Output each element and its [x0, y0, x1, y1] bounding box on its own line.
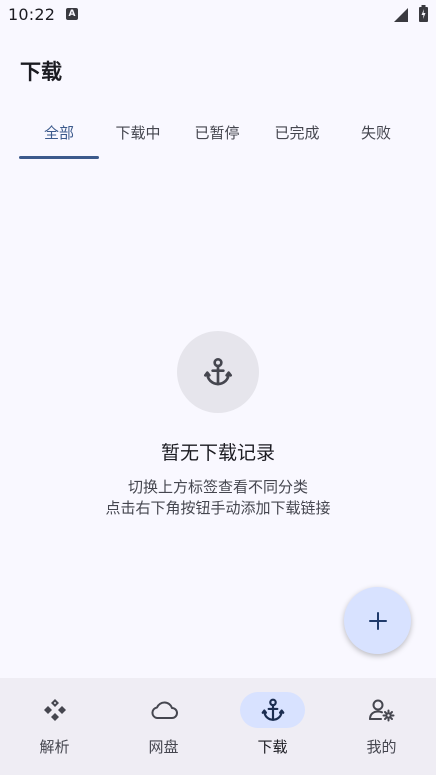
- battery-icon: [419, 5, 428, 22]
- nav-pill: [22, 692, 87, 728]
- anchor-icon: [204, 358, 232, 386]
- tab-downloading[interactable]: 下载中: [98, 110, 178, 160]
- empty-state-description-line2: 点击右下角按钮手动添加下载链接: [105, 499, 331, 517]
- nav-label: 我的: [366, 738, 397, 756]
- tab-all[interactable]: 全部: [19, 110, 99, 160]
- nav-pill: [349, 692, 414, 728]
- tab-label: 已暂停: [194, 124, 240, 142]
- nav-pill: [240, 692, 305, 728]
- empty-state-description-line1: 切换上方标签查看不同分类: [127, 478, 308, 496]
- bottom-navigation: 解析 网盘 下载 我的: [0, 678, 436, 775]
- add-download-button[interactable]: [344, 587, 411, 654]
- empty-state-title: 暂无下载记录: [160, 442, 275, 464]
- nav-item-download[interactable]: 下载: [218, 678, 327, 775]
- tab-label: 全部: [43, 124, 74, 142]
- tab-active-indicator: [19, 156, 99, 159]
- status-bar: 10:22 A: [0, 0, 436, 30]
- user-settings-icon: [368, 699, 394, 722]
- tab-label: 已完成: [274, 124, 320, 142]
- cloud-icon: [150, 701, 178, 719]
- parse-icon: [43, 699, 66, 721]
- nav-label: 网盘: [148, 738, 179, 756]
- plus-icon: [368, 611, 387, 630]
- nav-pill: [131, 692, 196, 728]
- nav-label: 解析: [39, 738, 70, 756]
- notification-icon: A: [66, 8, 78, 20]
- nav-item-parse[interactable]: 解析: [0, 678, 109, 775]
- tab-label: 下载中: [115, 124, 161, 142]
- signal-icon: [394, 8, 408, 22]
- anchor-icon: [261, 698, 284, 721]
- page-title: 下载: [20, 60, 62, 84]
- nav-item-mine[interactable]: 我的: [327, 678, 436, 775]
- nav-item-cloud[interactable]: 网盘: [109, 678, 218, 775]
- tab-completed[interactable]: 已完成: [257, 110, 337, 160]
- tab-bar: 全部 下载中 已暂停 已完成 失败: [19, 110, 417, 160]
- tab-paused[interactable]: 已暂停: [177, 110, 257, 160]
- tab-failed[interactable]: 失败: [336, 110, 416, 160]
- empty-state-icon-container: [177, 331, 259, 413]
- status-time: 10:22: [8, 5, 56, 24]
- tab-label: 失败: [360, 124, 391, 142]
- nav-label: 下载: [257, 738, 288, 756]
